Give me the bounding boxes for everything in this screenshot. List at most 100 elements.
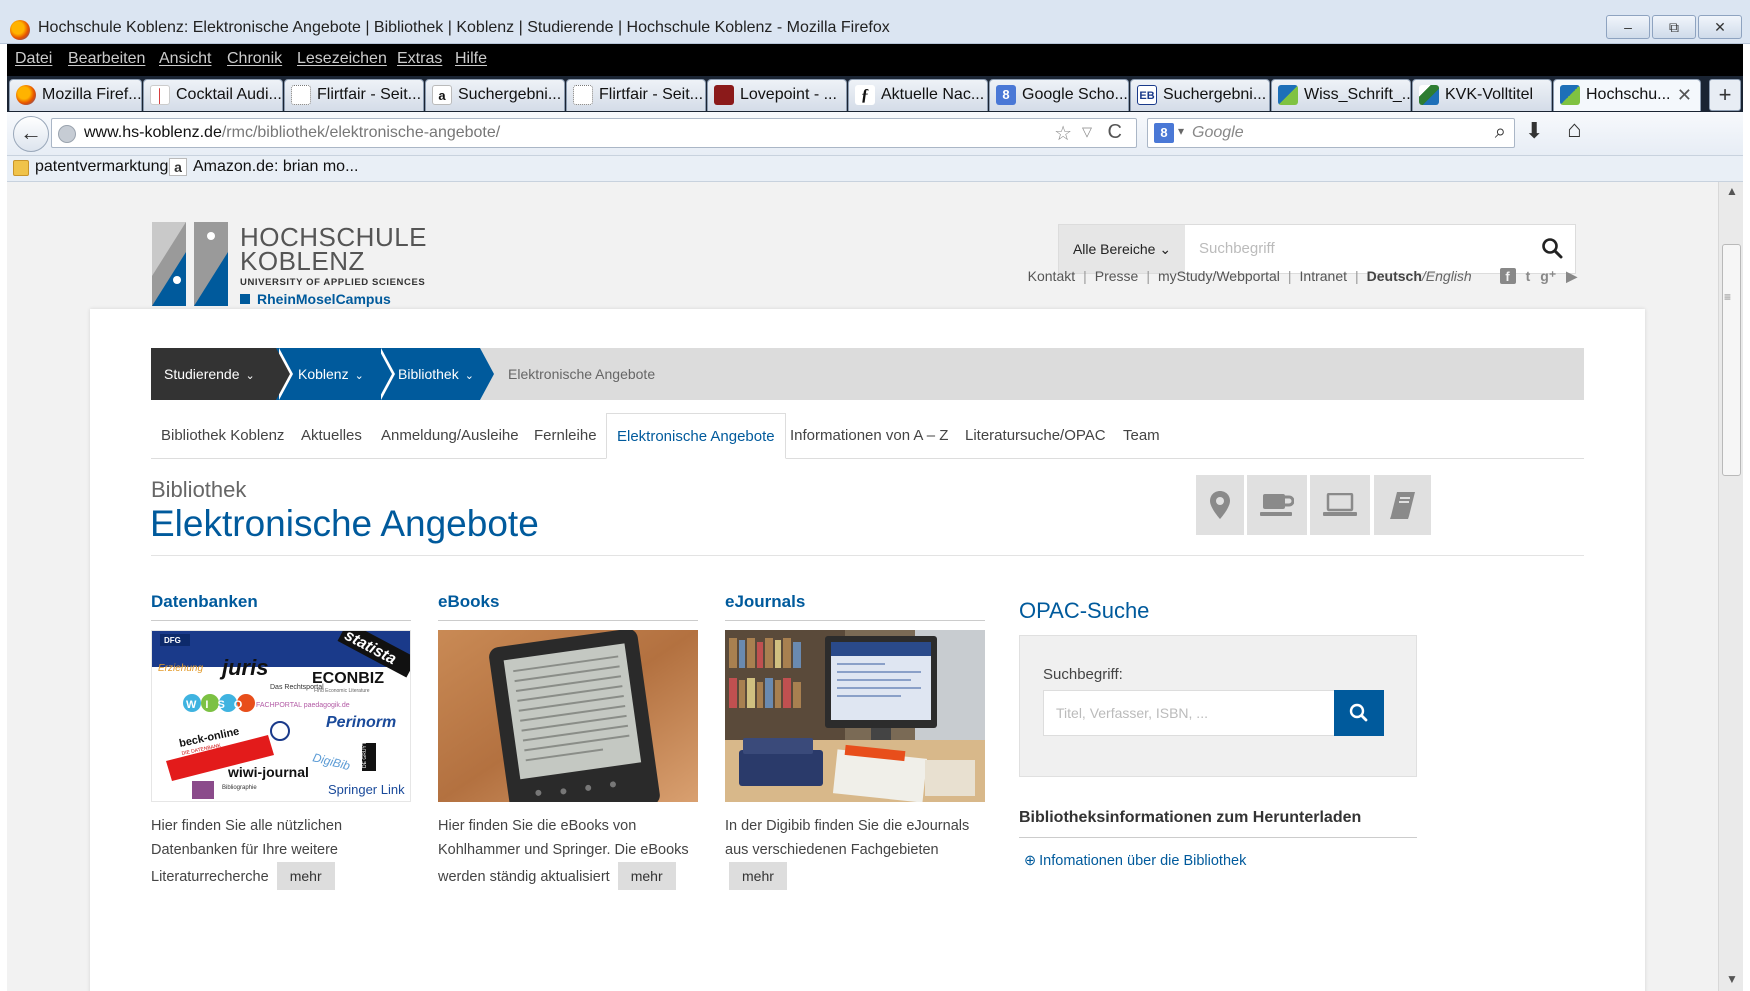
google-plus-icon[interactable]: g⁺ bbox=[1540, 268, 1556, 285]
bookmark-star-icon[interactable]: ☆ bbox=[1054, 121, 1072, 146]
site-search: Alle Bereiche ⌄ Suchbegriff bbox=[1058, 224, 1576, 274]
subnav-elektronische-angebote[interactable]: Elektronische Angebote bbox=[606, 413, 786, 459]
search-engine-icon[interactable]: 8 bbox=[1154, 123, 1174, 143]
ebooks-image[interactable] bbox=[438, 630, 698, 802]
youtube-icon[interactable]: ▶ bbox=[1566, 268, 1577, 285]
column-heading[interactable]: eJournals bbox=[725, 592, 985, 621]
tab-mozilla-firefox[interactable]: Mozilla Firef... bbox=[9, 79, 142, 111]
mehr-button[interactable]: mehr bbox=[617, 862, 676, 890]
link-intranet[interactable]: Intranet bbox=[1300, 268, 1347, 284]
language-english[interactable]: English bbox=[1426, 268, 1472, 284]
menu-chronik[interactable]: Chronik bbox=[227, 50, 282, 68]
tab-lovepoint[interactable]: Lovepoint - ... bbox=[707, 79, 847, 111]
download-info-link[interactable]: Infomationen über die Bibliothek bbox=[1024, 853, 1246, 869]
tab-label: Hochschu... bbox=[1586, 86, 1671, 103]
tab-label: KVK-Volltitel bbox=[1445, 86, 1534, 103]
bibliographie-text: Bibliographie bbox=[222, 785, 257, 791]
search-icon[interactable]: ⌕ bbox=[1495, 121, 1506, 144]
section-subnav: Bibliothek Koblenz Aktuelles Anmeldung/A… bbox=[151, 413, 1584, 459]
separator: | bbox=[1146, 268, 1150, 284]
tab-flirtfair-1[interactable]: Flirtfair - Seit... bbox=[284, 79, 424, 111]
content-card: Studierende ⌄ Koblenz ⌄ Bibliothek ⌄ Elektr… bbox=[90, 309, 1645, 991]
language-deutsch[interactable]: Deutsch bbox=[1367, 268, 1422, 284]
location-button[interactable] bbox=[1196, 475, 1244, 535]
subnav-team[interactable]: Team bbox=[1113, 413, 1170, 459]
column-ejournals: eJournals In der Digibib finden Sie die … bbox=[725, 592, 985, 890]
tab-suchergebnisse-eb[interactable]: EB Suchergebni... bbox=[1130, 79, 1270, 111]
link-kontakt[interactable]: Kontakt bbox=[1028, 268, 1075, 284]
restore-button[interactable]: ⧉ bbox=[1652, 15, 1696, 39]
site-search-input[interactable]: Suchbegriff bbox=[1199, 240, 1275, 257]
column-heading[interactable]: eBooks bbox=[438, 592, 698, 621]
bookmark-amazon[interactable]: Amazon.de: brian mo... bbox=[193, 158, 358, 176]
breadcrumb-studierende[interactable]: Studierende ⌄ bbox=[151, 348, 293, 400]
close-tab-icon[interactable]: ✕ bbox=[1677, 80, 1692, 110]
url-path: /rmc/bibliothek/elektronische-angebote/ bbox=[221, 124, 501, 141]
tab-flirtfair-2[interactable]: Flirtfair - Seit... bbox=[566, 79, 706, 111]
search-engine-dropdown-icon[interactable]: ▾ bbox=[1178, 124, 1184, 138]
menu-hilfe[interactable]: Hilfe bbox=[455, 50, 487, 68]
new-tab-button[interactable]: + bbox=[1709, 79, 1741, 111]
datenbanken-image[interactable]: DFG statista Erziehung juris Das Rechtsp… bbox=[151, 630, 411, 802]
address-bar[interactable]: www.hs-koblenz.de/rmc/bibliothek/elektro… bbox=[51, 118, 1137, 148]
coffee-icon bbox=[1260, 494, 1294, 516]
tab-cocktail[interactable]: │ Cocktail Audi... bbox=[143, 79, 283, 111]
computer-button[interactable] bbox=[1310, 475, 1370, 535]
link-presse[interactable]: Presse bbox=[1095, 268, 1139, 284]
url-text[interactable]: www.hs-koblenz.de/rmc/bibliothek/elektro… bbox=[84, 124, 500, 142]
column-text: Hier finden Sie die eBooks von Kohlhamme… bbox=[438, 814, 700, 890]
subnav-informationen-a-z[interactable]: Informationen von A – Z bbox=[780, 413, 958, 459]
subnav-anmeldung-ausleihe[interactable]: Anmeldung/Ausleihe bbox=[371, 413, 529, 459]
tab-kvk-volltitel[interactable]: KVK-Volltitel bbox=[1412, 79, 1552, 111]
search-icon bbox=[1349, 703, 1368, 722]
tab-aktuelle-nachrichten[interactable]: ƒ Aktuelle Nac... bbox=[848, 79, 988, 111]
subnav-fernleihe[interactable]: Fernleihe bbox=[524, 413, 607, 459]
search-icon[interactable] bbox=[1541, 235, 1563, 261]
scrollbar-thumb[interactable] bbox=[1722, 244, 1741, 476]
bookmark-patentvermarktung[interactable]: patentvermarktung bbox=[35, 158, 168, 176]
cafeteria-button[interactable] bbox=[1247, 475, 1307, 535]
page-scrollbar[interactable]: ▲ ≡ ▼ bbox=[1718, 182, 1743, 991]
url-dropdown-icon[interactable]: ▽ bbox=[1082, 124, 1092, 140]
close-window-button[interactable]: ✕ bbox=[1698, 15, 1742, 39]
books-button[interactable] bbox=[1374, 475, 1431, 535]
home-icon[interactable]: ⌂ bbox=[1567, 116, 1582, 144]
breadcrumb-label: Koblenz bbox=[298, 366, 349, 382]
minimize-button[interactable]: – bbox=[1606, 15, 1650, 39]
menu-lesezeichen[interactable]: Lesezeichen bbox=[297, 50, 387, 68]
browser-search-bar[interactable]: 8 ▾ Google ⌕ bbox=[1147, 118, 1515, 148]
opac-search-input[interactable]: Titel, Verfasser, ISBN, ... bbox=[1043, 690, 1335, 736]
scroll-down-arrow-icon[interactable]: ▼ bbox=[1726, 972, 1738, 986]
tab-hochschule-koblenz[interactable]: Hochschu... ✕ bbox=[1553, 79, 1701, 111]
mehr-button[interactable]: mehr bbox=[276, 862, 335, 890]
back-button[interactable]: ← bbox=[13, 116, 49, 152]
menu-datei[interactable]: Datei bbox=[15, 50, 52, 68]
tab-google-scholar[interactable]: 8 Google Scho... bbox=[989, 79, 1129, 111]
tab-label: Cocktail Audi... bbox=[176, 86, 282, 103]
menu-extras[interactable]: Extras bbox=[397, 50, 442, 68]
breadcrumb-label: Studierende bbox=[164, 366, 240, 382]
search-area-dropdown[interactable]: Alle Bereiche ⌄ bbox=[1059, 225, 1185, 273]
tab-suchergebnisse-amazon[interactable]: a Suchergebni... bbox=[425, 79, 565, 111]
opac-search-button[interactable] bbox=[1334, 690, 1384, 736]
subnav-aktuelles[interactable]: Aktuelles bbox=[291, 413, 372, 459]
search-placeholder: Google bbox=[1192, 124, 1244, 141]
subnav-literatursuche-opac[interactable]: Literatursuche/OPAC bbox=[955, 413, 1116, 459]
breadcrumb: Studierende ⌄ Koblenz ⌄ Bibliothek ⌄ Elektr… bbox=[151, 348, 1584, 400]
opac-search-label: Suchbegriff: bbox=[1043, 666, 1123, 683]
mehr-button[interactable]: mehr bbox=[729, 862, 787, 890]
column-heading[interactable]: Datenbanken bbox=[151, 592, 411, 621]
menu-ansicht[interactable]: Ansicht bbox=[159, 50, 211, 68]
tab-wiss-schrift[interactable]: Wiss_Schrift_... bbox=[1271, 79, 1411, 111]
chevron-down-icon: ⌄ bbox=[354, 370, 364, 382]
scroll-up-arrow-icon[interactable]: ▲ bbox=[1726, 184, 1738, 198]
twitter-icon[interactable]: t bbox=[1526, 268, 1531, 284]
ejournals-image[interactable] bbox=[725, 630, 985, 802]
menu-bearbeiten[interactable]: Bearbeiten bbox=[68, 50, 145, 68]
facebook-icon[interactable]: f bbox=[1499, 268, 1516, 284]
news-icon: ƒ bbox=[855, 85, 875, 105]
subnav-bibliothek-koblenz[interactable]: Bibliothek Koblenz bbox=[151, 413, 294, 459]
download-icon[interactable]: ⬇ bbox=[1525, 118, 1543, 144]
reload-icon[interactable]: C bbox=[1108, 121, 1122, 144]
link-mystudy[interactable]: myStudy/Webportal bbox=[1158, 268, 1280, 284]
